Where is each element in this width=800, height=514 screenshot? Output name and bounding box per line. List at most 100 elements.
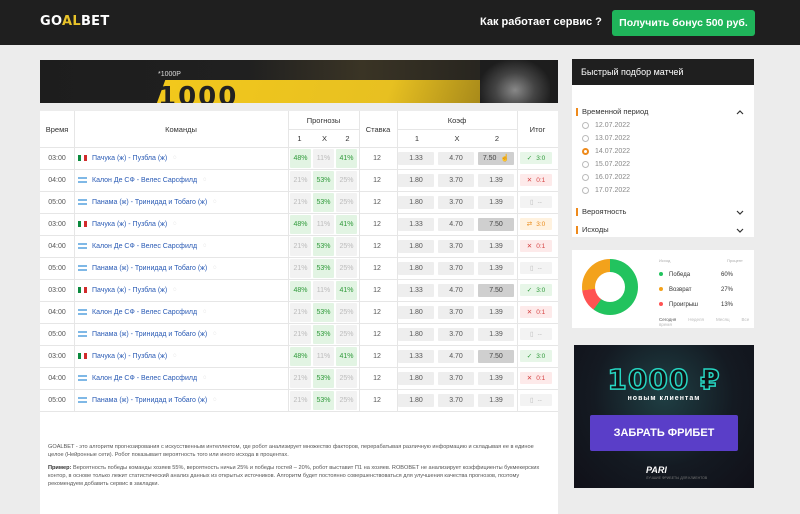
date-option[interactable]: 13.07.2022 <box>582 135 630 142</box>
chevron-up-icon[interactable] <box>736 108 744 116</box>
header-sub-forecast-1: 1 <box>297 133 302 143</box>
date-option[interactable]: 17.07.2022 <box>582 187 630 194</box>
coef-k2-button[interactable]: 1.39 <box>478 393 514 407</box>
coef-k2-button[interactable]: 7.50 <box>478 283 514 297</box>
coef-kx-button[interactable]: 3.70 <box>438 195 474 209</box>
promo-banner[interactable]: *1000Р 1000 <box>40 60 558 103</box>
coef-k1-button[interactable]: 1.33 <box>398 283 434 297</box>
coef-kx-button[interactable]: 3.70 <box>438 261 474 275</box>
stats-period-tab[interactable]: Неделя <box>688 317 704 322</box>
coef-k1-button[interactable]: 1.80 <box>398 371 434 385</box>
row-teams-link[interactable]: Панама (ж) - Тринидад и Тобаго (ж) ◌ <box>78 257 288 279</box>
row-teams-link[interactable]: Пачука (ж) - Пузбла (ж) ◌ <box>78 213 288 235</box>
how-it-works-link[interactable]: Как работает сервис ? <box>480 16 602 28</box>
probability-section[interactable]: Вероятность <box>576 207 626 216</box>
pari-logo: PARI <box>646 465 667 475</box>
row-teams-text: Калон Де СФ - Велес Сарсфилд <box>92 242 198 250</box>
coef-k2-button[interactable]: 7.50 ☝ <box>478 151 514 165</box>
radio-icon[interactable] <box>582 148 589 155</box>
row-teams-link[interactable]: Калон Де СФ - Велес Сарсфилд ◌ <box>78 301 288 323</box>
get-freebet-button[interactable]: ЗАБРАТЬ ФРИБЕТ <box>590 415 738 451</box>
coef-k2-button[interactable]: 1.39 <box>478 327 514 341</box>
promo-subtitle: новым клиентам <box>627 395 701 402</box>
coef-kx-button[interactable]: 4.70 <box>438 217 474 231</box>
coef-k1-button[interactable]: 1.80 <box>398 195 434 209</box>
coef-k2-button[interactable]: 1.39 <box>478 195 514 209</box>
row-teams-link[interactable]: Пачука (ж) - Пузбла (ж) ◌ <box>78 345 288 367</box>
coef-kx-button[interactable]: 4.70 <box>438 349 474 363</box>
coef-value: 1.80 <box>409 330 423 338</box>
outcomes-section[interactable]: Исходы <box>576 225 609 234</box>
row-teams-link[interactable]: Калон Де СФ - Велес Сарсфилд ◌ <box>78 235 288 257</box>
row-teams-link[interactable]: Панама (ж) - Тринидад и Тобаго (ж) ◌ <box>78 389 288 411</box>
coef-kx-button[interactable]: 3.70 <box>438 239 474 253</box>
table-row[interactable]: 05:00 Панама (ж) - Тринидад и Тобаго (ж) ◌… <box>40 191 558 213</box>
coef-kx-button[interactable]: 4.70 <box>438 151 474 165</box>
date-option[interactable]: 16.07.2022 <box>582 174 630 181</box>
table-row[interactable]: 03:00 Пачука (ж) - Пузбла (ж) ◌ 48% 11% 41% 12… <box>40 147 558 169</box>
coef-k2-button[interactable]: 7.50 <box>478 217 514 231</box>
table-row[interactable]: 05:00 Панама (ж) - Тринидад и Тобаго (ж) ◌… <box>40 257 558 279</box>
row-col-divider <box>517 279 518 301</box>
coef-kx-button[interactable]: 3.70 <box>438 305 474 319</box>
chevron-down-icon[interactable] <box>736 227 744 235</box>
stats-period-tab[interactable]: Месяц <box>716 317 730 322</box>
pari-promo[interactable]: 1000 ₽ новым клиентам ЗАБРАТЬ ФРИБЕТ PAR… <box>574 345 754 488</box>
coef-k2-button[interactable]: 1.39 <box>478 305 514 319</box>
coef-k1-button[interactable]: 1.33 <box>398 217 434 231</box>
table-row[interactable]: 03:00 Пачука (ж) - Пузбла (ж) ◌ 48% 11% 41% 12… <box>40 279 558 301</box>
row-teams-link[interactable]: Панама (ж) - Тринидад и Тобаго (ж) ◌ <box>78 323 288 345</box>
coef-k2-button[interactable]: 1.39 <box>478 173 514 187</box>
table-row[interactable]: 03:00 Пачука (ж) - Пузбла (ж) ◌ 48% 11% 41% 12… <box>40 345 558 367</box>
coef-kx-button[interactable]: 3.70 <box>438 393 474 407</box>
table-row[interactable]: 03:00 Пачука (ж) - Пузбла (ж) ◌ 48% 11% 41% 12… <box>40 213 558 235</box>
coef-k1-button[interactable]: 1.80 <box>398 393 434 407</box>
row-teams-link[interactable]: Панама (ж) - Тринидад и Тобаго (ж) ◌ <box>78 191 288 213</box>
logo[interactable]: GOALBET <box>40 14 110 30</box>
banner-big-text: 1000 <box>158 82 239 103</box>
radio-icon[interactable] <box>582 161 589 168</box>
get-bonus-button[interactable]: Получить бонус 500 руб. <box>612 10 755 36</box>
coef-k2-button[interactable]: 1.39 <box>478 261 514 275</box>
coef-kx-button[interactable]: 4.70 <box>438 283 474 297</box>
radio-icon[interactable] <box>582 174 589 181</box>
coef-k1-button[interactable]: 1.80 <box>398 327 434 341</box>
table-row[interactable]: 05:00 Панама (ж) - Тринидад и Тобаго (ж) ◌… <box>40 389 558 411</box>
radio-icon[interactable] <box>582 135 589 142</box>
coef-kx-button[interactable]: 3.70 <box>438 173 474 187</box>
coef-k2-button[interactable]: 1.39 <box>478 239 514 253</box>
coef-k1-button[interactable]: 1.80 <box>398 305 434 319</box>
date-option[interactable]: 15.07.2022 <box>582 161 630 168</box>
header-col-divider <box>359 111 360 147</box>
coef-k2-button[interactable]: 1.39 <box>478 371 514 385</box>
coef-k1-button[interactable]: 1.80 <box>398 173 434 187</box>
info-icon: ◌ <box>203 309 207 315</box>
row-teams-link[interactable]: Калон Де СФ - Велес Сарсфилд ◌ <box>78 367 288 389</box>
coef-kx-button[interactable]: 3.70 <box>438 327 474 341</box>
table-row[interactable]: 04:00 Калон Де СФ - Велес Сарсфилд ◌ 21% 53%… <box>40 235 558 257</box>
row-teams-link[interactable]: Калон Де СФ - Велес Сарсфилд ◌ <box>78 169 288 191</box>
coef-value: 7.50 <box>489 352 503 360</box>
chevron-down-icon[interactable] <box>736 209 744 217</box>
time-period-section[interactable]: Временной период <box>576 107 648 116</box>
coef-k1-button[interactable]: 1.80 <box>398 261 434 275</box>
radio-icon[interactable] <box>582 122 589 129</box>
result-badge: ▯ -- <box>520 196 552 208</box>
row-col-divider <box>288 235 289 257</box>
coef-k1-button[interactable]: 1.33 <box>398 151 434 165</box>
radio-icon[interactable] <box>582 187 589 194</box>
forecast-p2: 41% <box>336 214 357 234</box>
coef-k2-button[interactable]: 7.50 <box>478 349 514 363</box>
table-row[interactable]: 04:00 Калон Де СФ - Велес Сарсфилд ◌ 21% 53%… <box>40 301 558 323</box>
row-teams-link[interactable]: Пачука (ж) - Пузбла (ж) ◌ <box>78 279 288 301</box>
coef-k1-button[interactable]: 1.33 <box>398 349 434 363</box>
row-teams-link[interactable]: Пачука (ж) - Пузбла (ж) ◌ <box>78 147 288 169</box>
table-row[interactable]: 04:00 Калон Де СФ - Велес Сарсфилд ◌ 21% 53%… <box>40 367 558 389</box>
table-row[interactable]: 04:00 Калон Де СФ - Велес Сарсфилд ◌ 21% 53%… <box>40 169 558 191</box>
date-option[interactable]: 14.07.2022 <box>582 148 630 155</box>
legend-value: 27% <box>720 287 733 293</box>
date-option[interactable]: 12.07.2022 <box>582 122 630 129</box>
coef-kx-button[interactable]: 3.70 <box>438 371 474 385</box>
table-row[interactable]: 05:00 Панама (ж) - Тринидад и Тобаго (ж) ◌… <box>40 323 558 345</box>
coef-k1-button[interactable]: 1.80 <box>398 239 434 253</box>
